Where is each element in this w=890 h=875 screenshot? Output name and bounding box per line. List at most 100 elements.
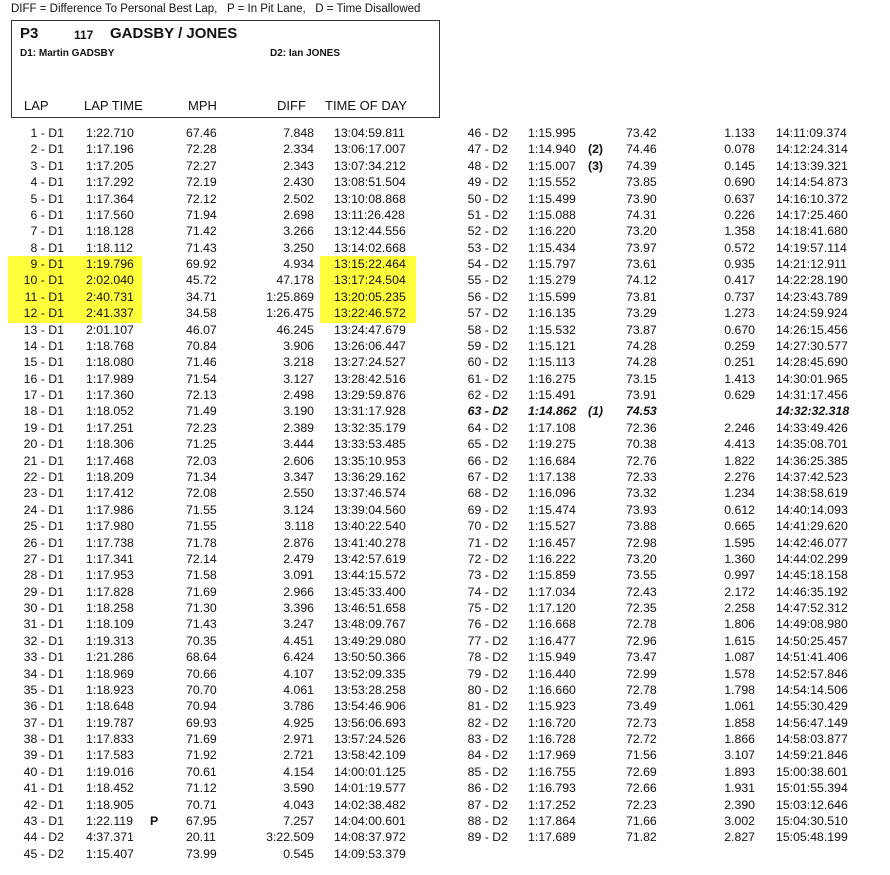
lap-mph: 74.53	[626, 404, 657, 419]
lap-mph: 71.66	[626, 813, 657, 828]
lap-diff: 0.259	[724, 338, 755, 353]
lap-number: 1 - D1	[30, 126, 65, 140]
lap-mph: 71.30	[186, 601, 217, 616]
lap-number: 28 - D1	[23, 568, 64, 583]
lap-mph: 71.34	[186, 469, 217, 484]
lap-time-of-day: 13:12:44.556	[334, 224, 406, 239]
lap-mph: 73.49	[626, 699, 657, 714]
lap-number: 63 - D2	[467, 404, 508, 419]
lap-mph: 71.46	[186, 355, 217, 370]
lap-mph: 69.92	[186, 257, 217, 272]
lap-diff: 3.786	[283, 699, 314, 714]
lap-time-of-day: 14:47:52.312	[776, 601, 848, 616]
lap-time-of-day: 13:58:42.109	[334, 748, 406, 763]
lap-diff: 2.721	[283, 748, 314, 763]
lap-time: 1:18.768	[86, 338, 134, 353]
lap-mph: 73.81	[626, 289, 657, 304]
lap-time-of-day: 14:52:57.846	[776, 666, 848, 681]
lap-diff: 2.172	[724, 584, 755, 599]
lap-time-of-day: 15:03:12.646	[776, 797, 848, 812]
lap-time: 2:41.337	[86, 306, 134, 321]
lap-time: 1:17.583	[86, 748, 134, 763]
lap-mph: 70.38	[626, 437, 657, 452]
lap-mph: 71.43	[186, 240, 217, 255]
lap-time: 1:15.552	[528, 175, 576, 190]
lap-diff: 2.334	[283, 142, 314, 157]
lap-time: 1:22.119	[86, 813, 133, 828]
lap-diff: 3.347	[283, 469, 314, 484]
lap-diff: 1.806	[724, 617, 755, 632]
lap-diff: 0.078	[724, 142, 755, 157]
lap-number: 18 - D1	[23, 404, 64, 419]
lap-diff: 2.606	[283, 453, 314, 468]
lap-diff: 0.612	[724, 502, 755, 517]
lap-mph: 74.31	[626, 207, 657, 222]
lap-time-of-day: 13:29:59.876	[334, 388, 406, 403]
lap-number: 57 - D2	[467, 306, 508, 321]
lap-mph: 72.43	[626, 584, 657, 599]
lap-mph: 73.87	[626, 322, 657, 337]
lap-diff: 2.502	[283, 191, 314, 206]
lap-time-of-day: 13:10:08.868	[334, 191, 406, 206]
lap-time-of-day: 13:52:09.335	[334, 666, 406, 681]
lap-diff: 7.848	[283, 126, 314, 140]
lap-number: 74 - D2	[467, 584, 508, 599]
lap-time: 2:01.107	[86, 322, 134, 337]
lap-diff: 1.822	[724, 453, 755, 468]
lap-mph: 72.28	[186, 142, 217, 157]
lap-time: 1:17.138	[528, 469, 576, 484]
lap-time-of-day: 13:17:24.504	[334, 273, 406, 288]
lap-time-of-day: 14:58:03.877	[776, 732, 848, 747]
lap-diff: 1:26.475	[266, 306, 314, 321]
lap-diff: 1.358	[724, 224, 755, 239]
lap-mph: 72.08	[186, 486, 217, 501]
lap-mph: 73.99	[186, 846, 217, 861]
lap-diff: 4.451	[283, 633, 314, 648]
position-label: P3	[20, 25, 39, 42]
lap-diff: 4.043	[283, 797, 314, 812]
lap-diff: 1.413	[724, 371, 755, 386]
lap-mph: 74.39	[626, 158, 657, 173]
lap-number: 51 - D2	[467, 207, 508, 222]
lap-diff: 2.246	[724, 420, 755, 435]
lap-number: 76 - D2	[467, 617, 508, 632]
lap-time-of-day: 13:06:17.007	[334, 142, 406, 157]
lap-time-of-day: 13:37:46.574	[334, 486, 406, 501]
lap-diff: 0.226	[724, 207, 755, 222]
lap-diff: 7.257	[283, 813, 314, 828]
lap-mph: 73.15	[626, 371, 657, 386]
driver1-label: D1: Martin GADSBY	[20, 48, 115, 59]
legend-text: DIFF = Difference To Personal Best Lap, …	[11, 3, 421, 15]
lap-time: 1:18.306	[86, 437, 134, 452]
lap-mph: 70.94	[186, 699, 217, 714]
lap-time: 1:15.859	[528, 568, 576, 583]
lap-number: 7 - D1	[30, 224, 65, 239]
lap-mph: 71.49	[186, 404, 217, 419]
lap-number: 86 - D2	[467, 781, 508, 796]
lap-diff: 3.124	[283, 502, 314, 517]
lap-diff: 4.107	[283, 666, 314, 681]
lap-time: 1:16.096	[528, 486, 576, 501]
lap-number: 84 - D2	[467, 748, 508, 763]
lap-number: 39 - D1	[23, 748, 64, 763]
lap-time-of-day: 13:14:02.668	[334, 240, 406, 255]
lap-time-of-day: 13:07:34.212	[334, 158, 406, 173]
lap-time-of-day: 14:04:00.601	[334, 813, 406, 828]
lap-time-of-day: 14:11:09.374	[776, 126, 847, 140]
lap-time-of-day: 13:57:24.526	[334, 732, 406, 747]
lap-time: 1:17.120	[528, 601, 576, 616]
lap-time-of-day: 14:28:45.690	[776, 355, 848, 370]
lap-time-of-day: 14:38:58.619	[776, 486, 848, 501]
lap-time-of-day: 14:13:39.321	[776, 158, 848, 173]
lap-time: 1:17.986	[86, 502, 134, 517]
lap-time-of-day: 14:16:10.372	[776, 191, 848, 206]
lap-diff: 3.250	[283, 240, 314, 255]
lap-time: 1:17.364	[86, 191, 134, 206]
lap-diff: 1.360	[724, 551, 755, 566]
lap-time-of-day: 14:44:02.299	[776, 551, 848, 566]
lap-time: 1:16.755	[528, 764, 576, 779]
lap-time: 1:18.080	[86, 355, 134, 370]
lap-diff: 1.061	[724, 699, 755, 714]
lap-time: 1:17.864	[528, 813, 576, 828]
lap-number: 54 - D2	[467, 257, 508, 272]
